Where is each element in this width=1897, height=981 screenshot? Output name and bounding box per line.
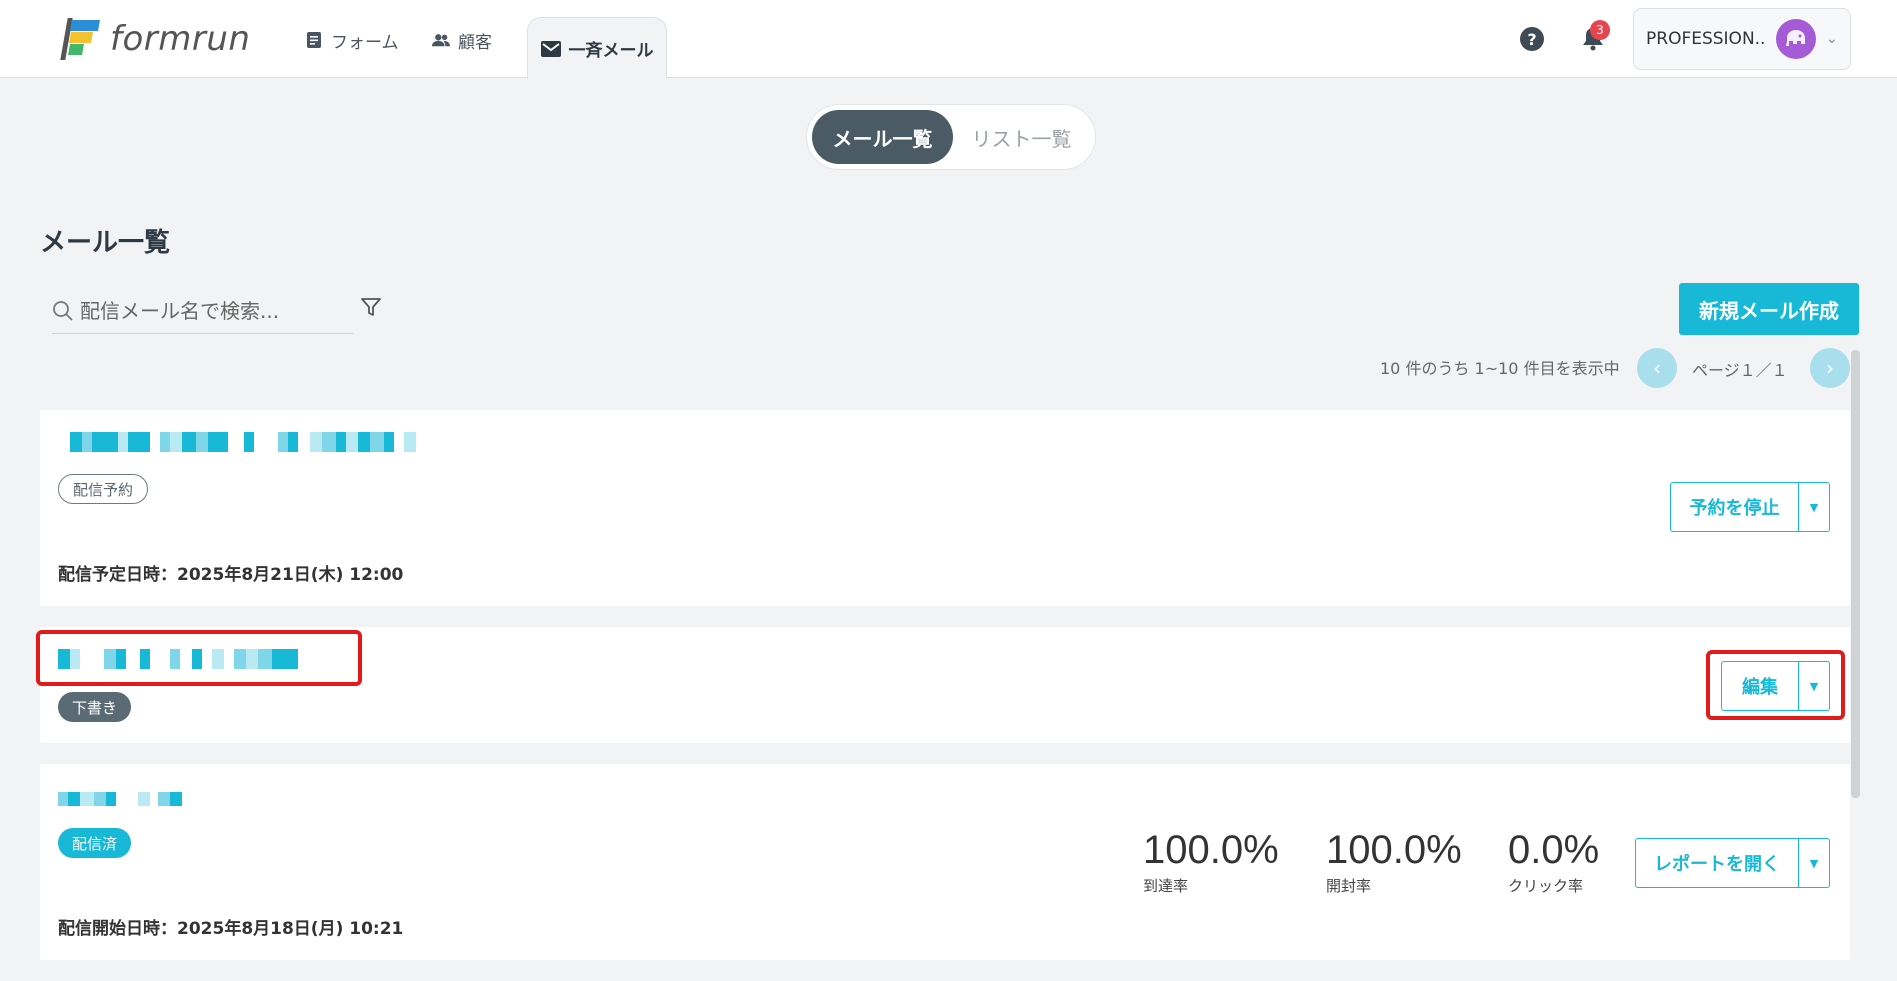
- click-rate-stat: 0.0% クリック率: [1508, 828, 1599, 896]
- filter-icon[interactable]: [360, 296, 382, 318]
- sent-datetime: 配信開始日時：2025年8月18日(月) 10:21: [58, 919, 404, 939]
- click-rate-label: クリック率: [1508, 877, 1584, 895]
- highlight-draft-title: [36, 630, 362, 686]
- delivery-rate-label: 到達率: [1143, 877, 1189, 895]
- open-report-split-button: レポートを開く ▼: [1635, 838, 1830, 888]
- status-badge: 配信済: [58, 828, 132, 858]
- delivery-rate-value: 100.0%: [1143, 828, 1279, 872]
- prev-page-button[interactable]: ‹: [1637, 348, 1677, 388]
- page-title: メール一覧: [40, 228, 171, 258]
- open-rate-stat: 100.0% 開封率: [1326, 828, 1462, 896]
- nav-forms[interactable]: フォーム: [305, 26, 399, 54]
- formrun-logo[interactable]: formrun: [60, 18, 251, 60]
- nav-forms-label: フォーム: [331, 32, 399, 53]
- highlight-edit-button: [1706, 650, 1845, 720]
- status-badge: 下書き: [58, 692, 132, 722]
- search-input[interactable]: [80, 298, 350, 323]
- form-icon: [307, 32, 321, 48]
- notification-count-badge: 3: [1590, 20, 1610, 40]
- click-rate-value: 0.0%: [1508, 828, 1600, 872]
- mail-card[interactable]: 配信済 100.0% 到達率 100.0% 開封率 0.0% クリック率 レポー…: [40, 764, 1850, 960]
- new-mail-button[interactable]: 新規メール作成: [1679, 283, 1859, 335]
- logo-text: formrun: [110, 19, 251, 59]
- page-indicator: ページ１／１: [1692, 361, 1788, 380]
- mail-icon: [540, 40, 561, 57]
- nav-bulk-mail[interactable]: 一斉メール: [527, 17, 667, 79]
- open-rate-label: 開封率: [1326, 877, 1372, 895]
- dropdown-caret-icon[interactable]: ▼: [1799, 483, 1829, 531]
- help-icon[interactable]: ?: [1520, 27, 1544, 51]
- tab-list-list[interactable]: リスト一覧: [953, 110, 1090, 164]
- tab-mail-list[interactable]: メール一覧: [812, 110, 953, 164]
- chevron-right-icon: ›: [1826, 356, 1834, 380]
- chevron-left-icon: ‹: [1653, 356, 1661, 380]
- open-rate-value: 100.0%: [1326, 828, 1462, 872]
- nav-customers-label: 顧客: [458, 32, 492, 53]
- status-badge: 配信予約: [58, 474, 149, 504]
- scheduled-datetime: 配信予定日時：2025年8月21日(木) 12:00: [58, 565, 404, 585]
- account-name: PROFESSION...: [1646, 29, 1766, 49]
- next-page-button[interactable]: ›: [1810, 348, 1850, 388]
- dropdown-caret-icon[interactable]: ▼: [1799, 839, 1829, 887]
- logo-flag-icon: [60, 18, 102, 60]
- avatar: [1776, 19, 1816, 59]
- account-menu[interactable]: PROFESSION... ⌄: [1633, 8, 1851, 70]
- nav-customers[interactable]: 顧客: [432, 26, 492, 54]
- scrollbar[interactable]: [1851, 350, 1860, 798]
- mail-card[interactable]: 配信予約 予約を停止 ▼ 配信予定日時：2025年8月21日(木) 12:00: [40, 410, 1850, 606]
- redacted-mail-title: [70, 432, 416, 452]
- search-icon: [53, 300, 73, 321]
- view-switcher: メール一覧 リスト一覧: [806, 104, 1096, 170]
- nav-bulk-mail-label: 一斉メール: [568, 41, 654, 61]
- redacted-mail-title: [58, 792, 182, 806]
- open-report-button[interactable]: レポートを開く: [1636, 839, 1799, 887]
- search-box: [52, 288, 354, 334]
- delivery-rate-stat: 100.0% 到達率: [1143, 828, 1279, 896]
- pager-summary: 10 件のうち 1~10 件目を表示中: [1380, 359, 1620, 378]
- top-header: formrun フォーム 顧客 一斉メール ? 3 PROFESSION... …: [0, 0, 1897, 79]
- chevron-down-icon: ⌄: [1826, 31, 1838, 47]
- customers-icon: [432, 34, 450, 47]
- elephant-avatar-icon: [1786, 30, 1805, 46]
- stop-schedule-button[interactable]: 予約を停止: [1671, 483, 1799, 531]
- stop-schedule-split-button: 予約を停止 ▼: [1670, 482, 1830, 532]
